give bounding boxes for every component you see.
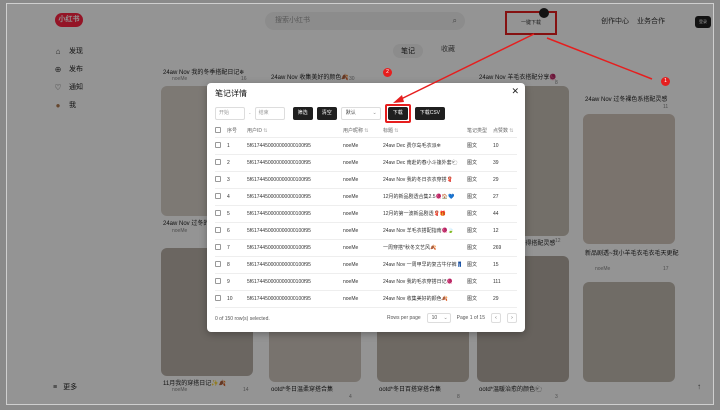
arrow-line-1 [398, 33, 535, 101]
arrow-head-1 [393, 95, 404, 103]
annotation-arrows [393, 33, 653, 103]
arrow-line-2 [546, 37, 653, 80]
step-marker-1: 1 [661, 77, 670, 86]
step-marker-2: 2 [383, 68, 392, 77]
app-window: 小红书 搜索小红书 ⌕ 创作中心 业务合作 一键下载 登录 ⌂ 发现 ⊕ 发布 … [6, 3, 714, 405]
